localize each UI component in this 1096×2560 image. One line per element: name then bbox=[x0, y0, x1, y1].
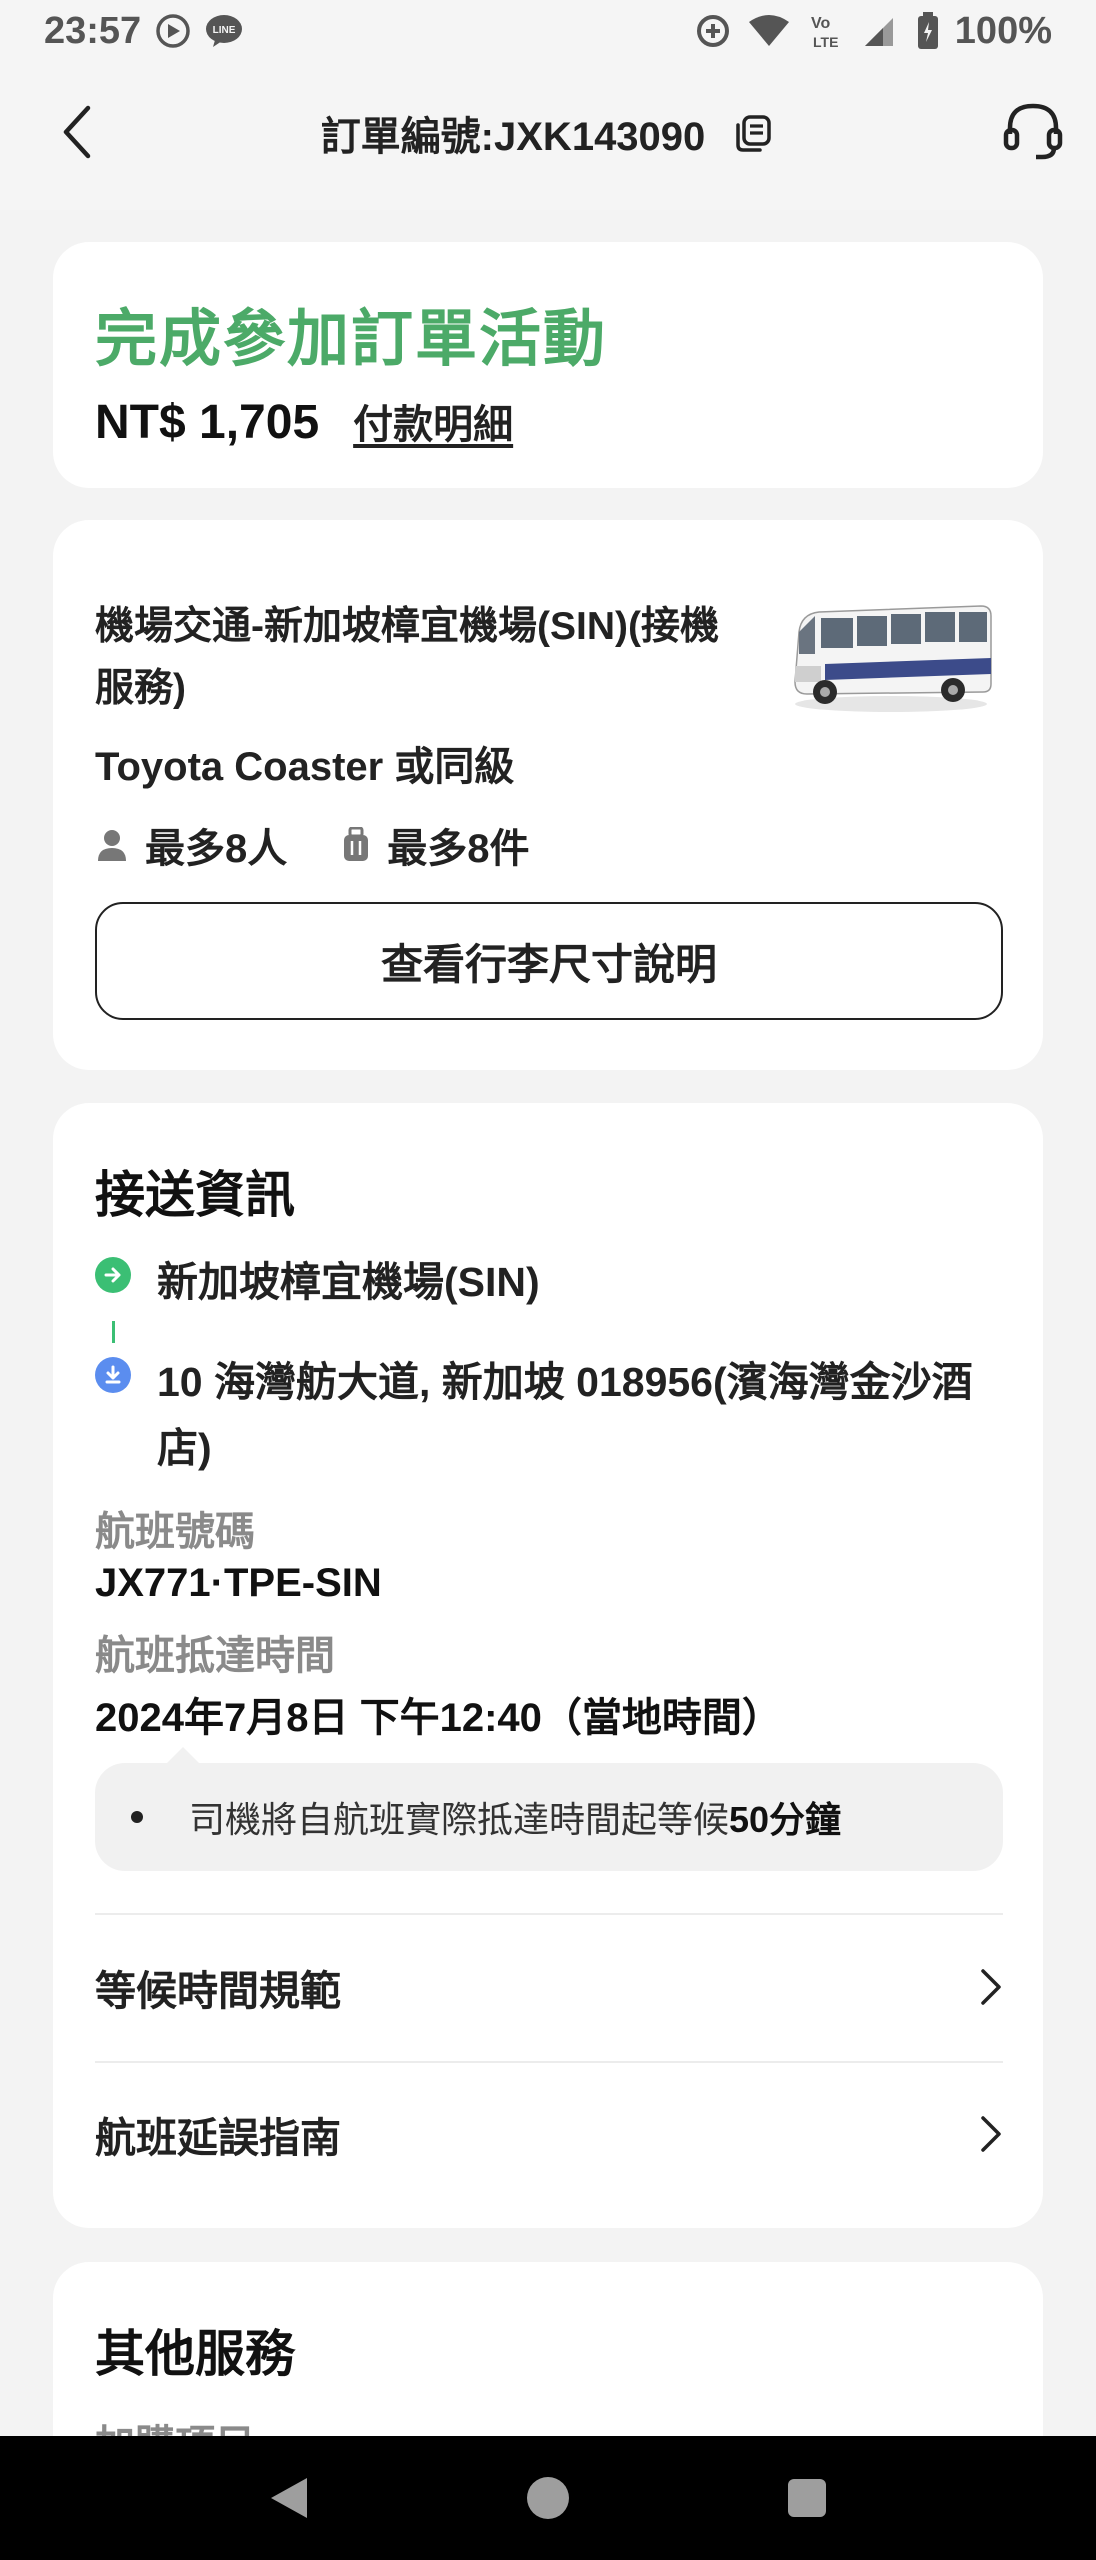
copy-icon bbox=[736, 115, 772, 152]
person-icon bbox=[98, 830, 126, 861]
capacity-row: 最多8人 最多8件 bbox=[95, 816, 584, 874]
luggage-icon bbox=[344, 827, 369, 861]
wifi-icon bbox=[747, 14, 791, 48]
bullet-dot bbox=[131, 1811, 143, 1823]
page-title: 訂單編號:JXK143090 bbox=[320, 115, 706, 159]
flight-number-label: 航班號碼 bbox=[95, 1510, 255, 1554]
other-services-title: 其他服務 bbox=[95, 2326, 295, 2382]
divider bbox=[95, 1913, 1003, 1915]
transfer-section-title: 接送資訊 bbox=[95, 1167, 295, 1223]
copy-order-button[interactable] bbox=[731, 111, 775, 155]
transfer-info-card: 接送資訊 新加坡樟宜機場(SIN) 10 海灣舫大道, 新加坡 018956(濱… bbox=[53, 1103, 1043, 2228]
top-header: 訂單編號:JXK143090 bbox=[0, 62, 1096, 210]
chevron-right-icon bbox=[981, 2116, 1001, 2152]
square-recents-icon bbox=[787, 2479, 826, 2517]
download-circle-icon bbox=[95, 1357, 131, 1393]
flight-delay-guide-link[interactable]: 航班延誤指南 bbox=[95, 2088, 1003, 2180]
media-play-icon bbox=[155, 13, 191, 49]
route-connector bbox=[112, 1321, 115, 1343]
order-total-price: NT$ 1,705 bbox=[95, 396, 320, 449]
volte-icon: Vo LTE bbox=[807, 11, 847, 51]
bus-image bbox=[794, 605, 992, 712]
system-nav-bar bbox=[0, 2436, 1096, 2560]
product-card: 機場交通-新加坡樟宜機場(SIN)(接機服務) Toyota Coaster 或… bbox=[53, 520, 1043, 1070]
svg-text:LTE: LTE bbox=[813, 34, 838, 50]
line-app-icon: LINE bbox=[205, 14, 243, 48]
notice-wait-duration: 50分鐘 bbox=[729, 1799, 842, 1840]
max-luggage: 最多8件 bbox=[387, 827, 530, 871]
pickup-row: 新加坡樟宜機場(SIN) bbox=[95, 1249, 1015, 1315]
status-time: 23:57 bbox=[44, 9, 142, 52]
nav-back-button[interactable] bbox=[259, 2468, 319, 2528]
arrival-time-value: 2024年7月8日 下午12:40（當地時間） bbox=[95, 1696, 782, 1740]
svg-text:LINE: LINE bbox=[213, 25, 236, 36]
status-bar: 23:57 LINE Vo LTE 100% bbox=[0, 0, 1096, 62]
waiting-policy-link[interactable]: 等候時間規範 bbox=[95, 1941, 1003, 2033]
arrow-right-circle-icon bbox=[95, 1257, 131, 1293]
customer-support-button[interactable] bbox=[1000, 98, 1066, 164]
payment-details-link[interactable]: 付款明細 bbox=[353, 392, 513, 450]
chevron-right-icon bbox=[981, 1969, 1001, 2005]
battery-icon bbox=[917, 12, 939, 50]
arrival-time-label: 航班抵達時間 bbox=[95, 1634, 335, 1678]
data-saver-icon bbox=[695, 13, 731, 49]
vehicle-model: Toyota Coaster 或同級 bbox=[95, 745, 515, 789]
headset-icon bbox=[1003, 103, 1063, 160]
route: 新加坡樟宜機場(SIN) 10 海灣舫大道, 新加坡 018956(濱海灣金沙酒… bbox=[95, 1249, 1015, 1481]
circle-home-icon bbox=[526, 2477, 569, 2519]
product-title[interactable]: 機場交通-新加坡樟宜機場(SIN)(接機服務) bbox=[95, 596, 755, 720]
waiting-notice: 司機將自航班實際抵達時間起等候 50分鐘 bbox=[95, 1747, 1003, 1871]
nav-home-button[interactable] bbox=[518, 2468, 578, 2528]
dropoff-location: 10 海灣舫大道, 新加坡 018956(濱海灣金沙酒店) bbox=[157, 1359, 973, 1471]
order-status: 完成參加訂單活動 bbox=[95, 305, 608, 374]
max-passengers: 最多8人 bbox=[145, 827, 288, 871]
order-status-card: 完成參加訂單活動 NT$ 1,705 付款明細 bbox=[53, 242, 1043, 488]
dropoff-row: 10 海灣舫大道, 新加坡 018956(濱海灣金沙酒店) bbox=[95, 1349, 1015, 1481]
waiting-policy-label: 等候時間規範 bbox=[95, 1968, 341, 2014]
luggage-size-button[interactable]: 查看行李尺寸說明 bbox=[95, 902, 1003, 1020]
triangle-back-icon bbox=[271, 2478, 308, 2518]
battery-level: 100% bbox=[954, 9, 1052, 52]
nav-recents-button[interactable] bbox=[777, 2468, 837, 2528]
divider bbox=[95, 2061, 1003, 2063]
signal-icon bbox=[863, 14, 901, 48]
svg-text:Vo: Vo bbox=[811, 15, 830, 32]
flight-delay-guide-label: 航班延誤指南 bbox=[95, 2115, 341, 2161]
flight-number-value: JX771·TPE-SIN bbox=[95, 1561, 382, 1605]
pickup-location: 新加坡樟宜機場(SIN) bbox=[157, 1259, 540, 1305]
notice-text: 司機將自航班實際抵達時間起等候 bbox=[189, 1799, 730, 1840]
